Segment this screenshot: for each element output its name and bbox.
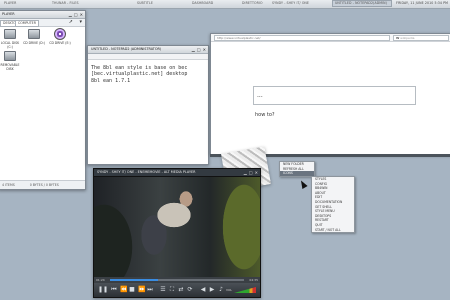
url-bar[interactable]: http://www.virtualplastic.net/	[214, 35, 390, 41]
file-manager-status: 4 ITEMS 0 BYTES / 0 BYTES	[0, 180, 85, 189]
menu-chevron-icon[interactable]: ▾	[79, 19, 82, 25]
tab-computer[interactable]: COMPUTER	[15, 20, 39, 27]
notepad-title: UNTITLED - NOTEPAD2 (ADMINISTRATOR)	[91, 47, 162, 51]
prev-icon[interactable]: ⏮	[111, 286, 117, 293]
seek-progress	[110, 279, 159, 281]
dvd-disc-icon	[54, 28, 66, 40]
minimize-icon[interactable]: ▁	[192, 47, 195, 52]
status-bytes: 0 BYTES / 0 BYTES	[29, 183, 59, 187]
task-direttorio[interactable]: DIRETTORIO	[240, 1, 272, 6]
close-icon[interactable]: ✕	[255, 170, 258, 175]
volume-slider[interactable]	[234, 287, 256, 293]
wikipedia-icon: W	[396, 36, 400, 40]
shuffle-icon[interactable]: ⇄	[178, 286, 184, 293]
minimize-icon[interactable]: ▁	[69, 12, 72, 17]
search-box[interactable]: W wikipedia	[393, 35, 449, 41]
hard-disk-icon	[4, 29, 16, 39]
fast-forward-icon[interactable]: ⏩	[138, 286, 145, 293]
notepad-line: 8bl ean 1.7.1	[91, 77, 131, 84]
pause-icon[interactable]: ❚❚	[98, 286, 108, 293]
drive-d-label: CD DRIVE (D:)	[23, 41, 45, 45]
minimize-icon[interactable]: ▁	[244, 170, 247, 175]
desktop-context-menu: NEW FOLDER REFRESH ALL ICONS	[279, 161, 315, 177]
video-player-window: SYNDY - SHEY IT/ ONE - ENEMEMOVIE - ALT …	[93, 168, 261, 298]
notepad-window: UNTITLED - NOTEPAD2 (ADMINISTRATOR) ▁ □ ✕ …	[87, 45, 209, 165]
up-arrow-icon[interactable]: ➚	[69, 19, 73, 25]
removable-disk-icon	[4, 51, 16, 61]
close-icon[interactable]: ✕	[80, 12, 83, 17]
previous-chapter-icon[interactable]: ◀	[200, 286, 206, 293]
maximize-icon[interactable]: □	[74, 12, 78, 17]
maximize-icon[interactable]: □	[249, 170, 253, 175]
removable-disk-label: REMOVABLE DISK	[0, 63, 20, 71]
drive-d[interactable]: CD DRIVE (D:)	[23, 29, 45, 45]
close-icon[interactable]: ✕	[203, 47, 206, 52]
mouse-cursor-icon	[298, 179, 308, 189]
maximize-icon[interactable]: □	[197, 47, 201, 52]
browser-search-input[interactable]: ...	[253, 86, 416, 105]
video-player-titlebar[interactable]: SYNDY - SHEY IT/ ONE - ENEMEMOVIE - ALT …	[94, 169, 260, 177]
file-manager-window: PLAYER ▁ □ ✕ DESKTOP COMPUTER ➚ ▾ LOCAL DI…	[0, 10, 86, 190]
next-chapter-icon[interactable]: ▶	[209, 286, 215, 293]
next-icon[interactable]: ⏭	[147, 286, 153, 293]
file-manager-toolbar: DESKTOP COMPUTER ➚ ▾	[0, 19, 85, 27]
menu-item-icons[interactable]: ICONS	[280, 171, 314, 176]
speaker-icon[interactable]: ♪	[218, 286, 224, 293]
drive-e[interactable]: CD DRIVE (E:)	[49, 28, 71, 45]
cd-drive-icon	[28, 29, 40, 39]
root-menu: STYLES CONFIG BB4WIN ABOUT EDIT DOCUMENT…	[311, 176, 355, 234]
task-notepad[interactable]: UNTITLED - NOTEPAD2(ADMIN)	[332, 0, 392, 7]
volume-label: VOL	[225, 288, 232, 292]
rewind-icon[interactable]: ⏪	[120, 286, 127, 293]
menu-item-start-not-all[interactable]: START / NOT ALL	[312, 228, 354, 233]
browser-navbar: http://www.virtualplastic.net/ W wikiped…	[211, 34, 450, 42]
taskbar: PLAYER THUNAR - FILES SUBTITLE DASHBOARD…	[0, 0, 450, 9]
task-player[interactable]: PLAYER	[2, 1, 36, 6]
browser-body-text: how to?	[255, 112, 275, 118]
video-frame[interactable]	[94, 177, 260, 277]
task-file-manager[interactable]: THUNAR - FILES	[50, 1, 92, 6]
video-player-title: SYNDY - SHEY IT/ ONE - ENEMEMOVIE - ALT …	[97, 170, 196, 174]
drive-c-label: LOCAL DISK (C:)	[0, 41, 20, 49]
file-manager-title: PLAYER	[2, 12, 15, 16]
status-items: 4 ITEMS	[2, 183, 15, 187]
notepad-titlebar[interactable]: UNTITLED - NOTEPAD2 (ADMINISTRATOR) ▁ □ ✕	[88, 46, 208, 54]
file-manager-titlebar[interactable]: PLAYER ▁ □ ✕	[0, 11, 85, 19]
repeat-icon[interactable]: ⟳	[187, 286, 193, 293]
time-total: 04:35	[249, 278, 258, 282]
browser-window: http://www.virtualplastic.net/ W wikiped…	[210, 33, 450, 155]
player-controls: ❚❚ ⏮ ⏪ ■ ⏩ ⏭ ☰ ⛶ ⇄ ⟳ ◀ ▶ ♪ VOL	[94, 283, 260, 297]
stop-icon[interactable]: ■	[129, 286, 135, 293]
time-elapsed: 01:24	[96, 278, 105, 282]
fullscreen-icon[interactable]: ⛶	[169, 286, 175, 293]
notepad-text-area[interactable]: The 8bl ean style is base on bec [bec.vir…	[88, 60, 208, 89]
clock: FRIDAY, 11 JUNE 2010 5:34 PM	[396, 1, 448, 5]
task-subtitle[interactable]: SUBTITLE	[135, 1, 169, 6]
seek-track[interactable]	[110, 279, 244, 281]
task-video[interactable]: SYNDY - SHEY IT/ ONE	[270, 1, 334, 6]
task-dashboard[interactable]: DASHBOARD	[190, 1, 224, 6]
playlist-icon[interactable]: ☰	[160, 286, 166, 293]
drive-c[interactable]: LOCAL DISK (C:)	[0, 29, 21, 49]
drive-e-label: CD DRIVE (E:)	[49, 41, 71, 45]
search-placeholder: wikipedia	[400, 36, 415, 40]
removable-disk[interactable]: REMOVABLE DISK	[0, 51, 21, 71]
